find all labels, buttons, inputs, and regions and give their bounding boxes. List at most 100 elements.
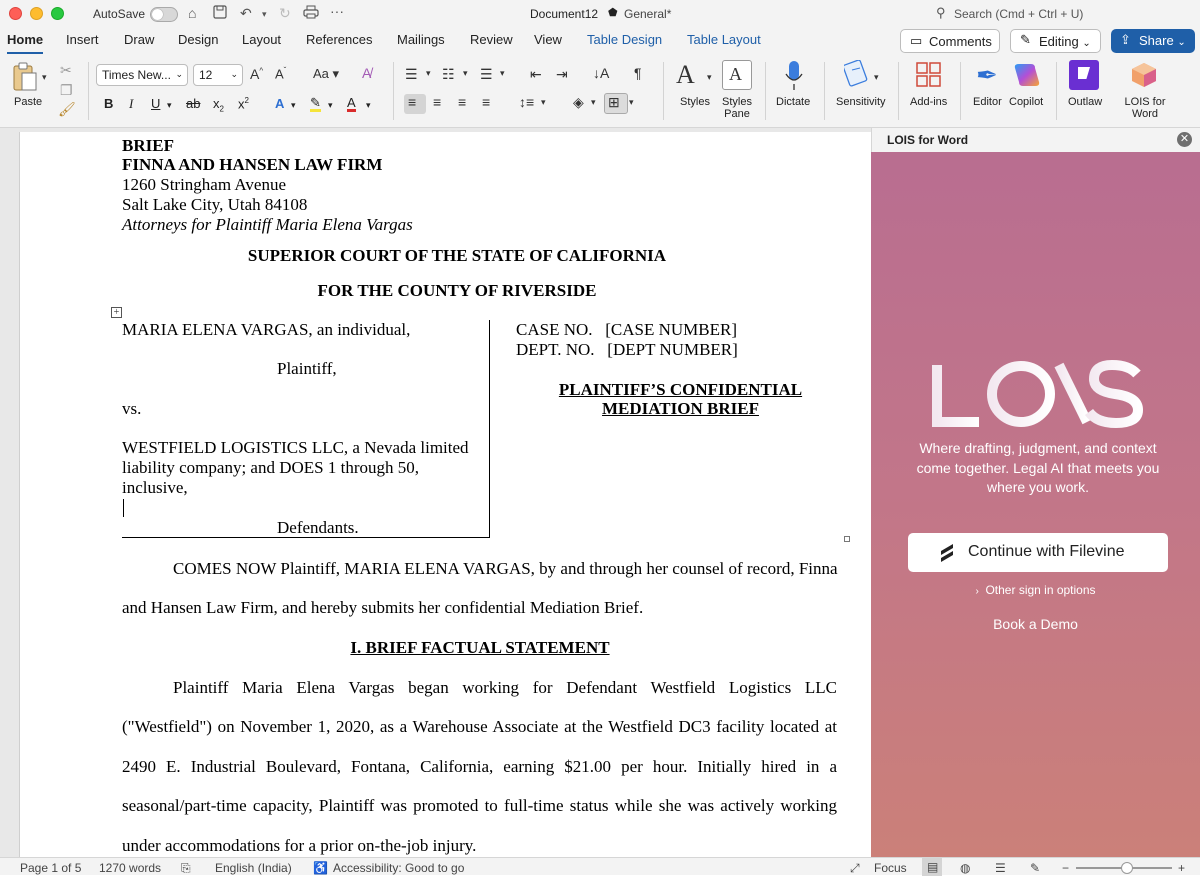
draft-view-icon[interactable]: ✎ xyxy=(1030,861,1040,875)
outline-view-icon[interactable]: ☰ xyxy=(995,861,1006,875)
justify-icon[interactable]: ≡ xyxy=(482,94,490,110)
document-canvas[interactable]: BRIEF FINNA AND HANSEN LAW FIRM 1260 Str… xyxy=(0,128,871,857)
tab-draw[interactable]: Draw xyxy=(124,32,154,47)
numbering-icon[interactable]: ☷ xyxy=(442,66,455,83)
search-box[interactable]: Search (Cmd + Ctrl + U) xyxy=(954,7,1083,21)
show-formatting-icon[interactable]: ¶ xyxy=(634,65,642,81)
bullets-dropdown-icon[interactable]: ▾ xyxy=(426,68,431,79)
numbering-dropdown-icon[interactable]: ▾ xyxy=(463,68,468,79)
align-left-icon[interactable]: ≡ xyxy=(404,94,426,114)
search-icon[interactable]: ⚲ xyxy=(936,5,946,21)
undo-icon[interactable]: ↶ xyxy=(240,5,252,22)
styles-pane-icon[interactable]: A xyxy=(722,60,752,90)
tab-home[interactable]: Home xyxy=(7,32,44,54)
tab-view[interactable]: View xyxy=(534,32,562,47)
tab-design[interactable]: Design xyxy=(178,32,218,47)
print-layout-icon[interactable]: ▤ xyxy=(922,858,942,876)
tab-references[interactable]: References xyxy=(306,32,372,47)
maximize-window-button[interactable] xyxy=(51,7,64,20)
highlight-dropdown-icon[interactable]: ▾ xyxy=(328,100,333,111)
cut-icon[interactable]: ✂ xyxy=(60,62,72,79)
tab-table-layout[interactable]: Table Layout xyxy=(687,32,761,47)
accessibility-status[interactable]: Accessibility: Good to go xyxy=(333,861,464,875)
outlaw-icon[interactable] xyxy=(1069,60,1099,90)
font-color-icon[interactable]: A xyxy=(347,96,356,112)
sensitivity-icon[interactable] xyxy=(842,59,870,91)
undo-dropdown-icon[interactable]: ▾ xyxy=(262,9,267,20)
zoom-in-icon[interactable]: + xyxy=(1178,861,1185,875)
strikethrough-icon[interactable]: ab xyxy=(186,96,200,111)
accessibility-icon[interactable]: ♿ xyxy=(313,861,328,875)
line-spacing-dropdown-icon[interactable]: ▾ xyxy=(541,97,546,108)
font-color-dropdown-icon[interactable]: ▾ xyxy=(366,100,371,111)
zoom-slider-thumb[interactable] xyxy=(1121,862,1133,874)
font-size-select[interactable]: 12 ⌄ xyxy=(193,64,243,86)
font-name-select[interactable]: Times New... ⌄ xyxy=(96,64,188,86)
tab-review[interactable]: Review xyxy=(470,32,513,47)
styles-icon[interactable]: A xyxy=(676,60,695,90)
save-icon[interactable] xyxy=(213,5,227,22)
comments-button[interactable]: ▭ Comments xyxy=(900,29,1000,53)
clear-formatting-icon[interactable]: A̸ xyxy=(362,65,371,81)
table-move-handle[interactable]: + xyxy=(111,307,122,318)
bullets-icon[interactable]: ☰ xyxy=(405,66,418,83)
paste-icon[interactable] xyxy=(10,62,40,94)
align-right-icon[interactable]: ≡ xyxy=(458,94,466,110)
editing-mode-button[interactable]: ✎ Editing ⌄ xyxy=(1010,29,1101,53)
tab-mailings[interactable]: Mailings xyxy=(397,32,445,47)
copilot-icon[interactable] xyxy=(1013,62,1041,91)
word-count[interactable]: 1270 words xyxy=(99,861,161,875)
continue-with-filevine-button[interactable]: Continue with Filevine xyxy=(908,533,1168,572)
grow-font-icon[interactable]: A^ xyxy=(250,66,263,82)
minimize-window-button[interactable] xyxy=(30,7,43,20)
line-spacing-icon[interactable]: ↕≡ xyxy=(519,94,534,110)
multilevel-dropdown-icon[interactable]: ▾ xyxy=(500,68,505,79)
underline-icon[interactable]: U xyxy=(151,96,160,111)
zoom-out-icon[interactable]: − xyxy=(1062,861,1069,875)
book-demo-link[interactable]: Book a Demo xyxy=(871,616,1200,632)
shading-dropdown-icon[interactable]: ▾ xyxy=(591,97,596,108)
tab-table-design[interactable]: Table Design xyxy=(587,32,662,47)
subscript-icon[interactable]: x2 xyxy=(213,96,224,114)
proofing-icon[interactable]: ⎘ xyxy=(181,861,191,876)
web-layout-icon[interactable]: ◍ xyxy=(960,861,970,875)
autosave-toggle[interactable] xyxy=(150,7,178,22)
share-button[interactable]: ⇪ Share ⌄ xyxy=(1111,29,1195,53)
increase-indent-icon[interactable]: ⇥ xyxy=(556,66,568,83)
more-icon[interactable]: ··· xyxy=(330,3,344,19)
text-effects-dropdown-icon[interactable]: ▾ xyxy=(291,100,296,111)
lois-addin-icon[interactable] xyxy=(1131,62,1157,91)
shading-icon[interactable]: ◈ xyxy=(573,94,584,111)
focus-label[interactable]: Focus xyxy=(874,861,907,875)
sensitivity-label[interactable]: General* xyxy=(624,7,671,21)
paste-dropdown-icon[interactable]: ▾ xyxy=(42,72,47,83)
highlight-icon[interactable]: ✎ xyxy=(310,96,321,112)
redo-icon[interactable]: ↻ xyxy=(279,5,291,22)
focus-icon[interactable]: ⤢ xyxy=(850,861,860,876)
other-signin-link[interactable]: › Other sign in options xyxy=(871,583,1200,597)
home-icon[interactable]: ⌂ xyxy=(188,5,196,21)
underline-dropdown-icon[interactable]: ▾ xyxy=(167,100,172,111)
table-resize-handle[interactable] xyxy=(844,536,850,542)
superscript-icon[interactable]: x2 xyxy=(238,96,249,111)
decrease-indent-icon[interactable]: ⇤ xyxy=(530,66,542,83)
addins-icon[interactable] xyxy=(916,62,942,91)
format-painter-icon[interactable]: 🖌 xyxy=(58,101,76,118)
page-count[interactable]: Page 1 of 5 xyxy=(20,861,81,875)
document-page[interactable]: BRIEF FINNA AND HANSEN LAW FIRM 1260 Str… xyxy=(19,132,871,857)
tab-layout[interactable]: Layout xyxy=(242,32,281,47)
close-pane-icon[interactable]: ✕ xyxy=(1177,132,1192,147)
bold-icon[interactable]: B xyxy=(104,96,113,111)
text-effects-icon[interactable]: A xyxy=(275,96,284,111)
sort-icon[interactable]: ↓A xyxy=(593,65,609,81)
shrink-font-icon[interactable]: Aˇ xyxy=(275,66,286,81)
copy-icon[interactable]: ❐ xyxy=(60,82,73,99)
microphone-icon[interactable] xyxy=(785,60,803,95)
language[interactable]: English (India) xyxy=(215,861,292,875)
styles-dropdown-icon[interactable]: ▾ xyxy=(707,72,712,83)
borders-icon[interactable]: ⊞ xyxy=(604,93,628,114)
tab-insert[interactable]: Insert xyxy=(66,32,99,47)
close-window-button[interactable] xyxy=(9,7,22,20)
borders-dropdown-icon[interactable]: ▾ xyxy=(629,97,634,108)
editor-icon[interactable]: ✒ xyxy=(976,60,998,91)
